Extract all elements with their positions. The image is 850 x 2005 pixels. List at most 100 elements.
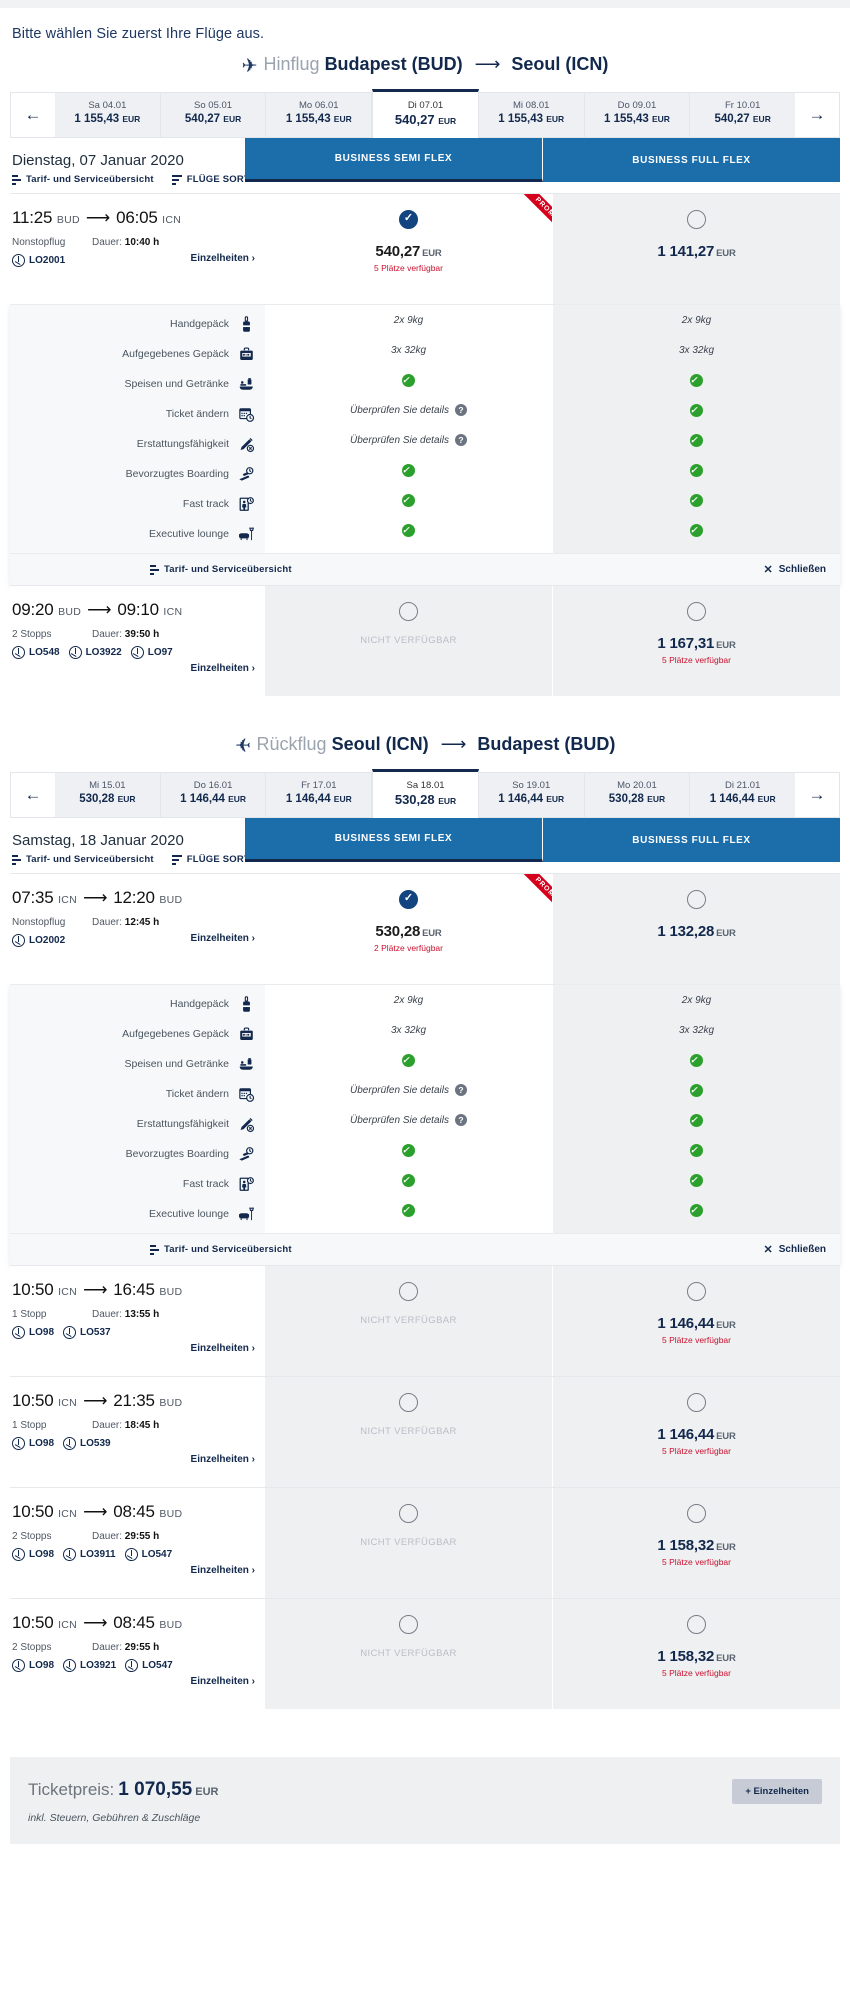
fare-cell[interactable]: 1 146,44 EUR 5 Plätze verfügbar [553, 1377, 840, 1487]
fare-price-currency: EUR [422, 248, 442, 259]
checked-baggage-icon [238, 1026, 255, 1043]
fare-cells: NICHT VERFÜGBAR 1 158,32 EUR 5 Plätze verfü… [265, 1488, 840, 1598]
close-icon: ✕ [763, 564, 773, 576]
fare-price-currency: EUR [716, 1542, 736, 1553]
fare-cells: 540,27EUR5 Plätze verfügbarPROMO1 141,27… [265, 194, 840, 304]
date-option-mi-15-01[interactable]: Mi 15.01 530,28 EUR [55, 773, 161, 817]
fare-header-full-flex[interactable]: BUSINESS FULL FLEX [543, 138, 840, 182]
inbound-date-strip[interactable]: ← Mi 15.01 530,28 EUR Do 16.01 1 146,44 EUR… [10, 769, 840, 819]
date-option-mi-08-01[interactable]: Mi 08.01 1 155,43 EUR [479, 93, 585, 137]
fare-radio[interactable] [399, 1504, 418, 1523]
fare-radio[interactable] [687, 602, 706, 621]
fare-cell[interactable]: 540,27EUR 5 Plätze verfügbar PROMO [265, 194, 553, 304]
amenity-value-row [265, 1195, 552, 1225]
details-link[interactable]: Einzelheiten › [12, 1565, 255, 1576]
fare-radio[interactable] [399, 210, 418, 229]
date-option-di-07-01[interactable]: Di 07.01 540,27 EUR [372, 89, 479, 139]
details-link[interactable]: Einzelheiten › [12, 1676, 255, 1687]
fare-header-semi-flex[interactable]: BUSINESS SEMI FLEX [245, 818, 543, 862]
fare-cell[interactable]: 530,28EUR 2 Plätze verfügbar PROMO [265, 874, 553, 984]
fare-radio[interactable] [687, 1615, 706, 1634]
date-option-do-16-01[interactable]: Do 16.01 1 146,44 EUR [161, 773, 267, 817]
info-icon[interactable]: ? [454, 1084, 467, 1096]
info-icon[interactable]: ? [454, 404, 467, 416]
fare-radio[interactable] [687, 1504, 706, 1523]
fare-cell[interactable]: NICHT VERFÜGBAR [265, 1599, 553, 1709]
amenity-label: Fast track [182, 1178, 229, 1190]
amenity-value-row: 3x 32kg [265, 335, 552, 365]
fare-price: 530,28 EUR [271, 923, 546, 940]
date-option-sa-04-01[interactable]: Sa 04.01 1 155,43 EUR [55, 93, 161, 137]
date-option-fr-10-01[interactable]: Fr 10.01 540,27 EUR [690, 93, 795, 137]
airline-logo-icon [12, 254, 25, 267]
tarif-overview-link[interactable]: Tarif- und Serviceübersicht [150, 1244, 292, 1255]
carrier-flight-number: LO548 [12, 646, 60, 659]
date-option-so-19-01[interactable]: So 19.01 1 146,44 EUR [479, 773, 585, 817]
fare-radio[interactable] [399, 602, 418, 621]
fare-cell[interactable]: 1 167,31 EUR 5 Plätze verfügbar [553, 586, 840, 696]
fare-cell[interactable]: 1 132,28 EUR [553, 874, 840, 984]
date-strip-prev-arrow-icon[interactable]: ← [11, 93, 55, 137]
fare-cell[interactable]: 1 141,27 EUR [553, 194, 840, 304]
info-icon[interactable]: ? [454, 1114, 467, 1126]
tarif-overview-link[interactable]: Tarif- und Serviceübersicht [150, 564, 292, 575]
fare-cell[interactable]: NICHT VERFÜGBAR [265, 1488, 553, 1598]
amenity-column-semi-flex: 2x 9kg3x 32kgÜberprüfen Sie details?Über… [265, 985, 553, 1233]
details-link[interactable]: Einzelheiten › [12, 1454, 255, 1465]
fare-cell[interactable]: 1 158,32 EUR 5 Plätze verfügbar [553, 1488, 840, 1598]
route-arrow-icon: ⟶ [83, 1613, 108, 1632]
fare-cell[interactable]: 1 158,32 EUR 5 Plätze verfügbar [553, 1599, 840, 1709]
date-option-do-09-01[interactable]: Do 09.01 1 155,43 EUR [585, 93, 691, 137]
sort-icon [171, 174, 182, 185]
promo-ribbon: PROMO [498, 194, 552, 248]
date-option-amount: 540,27 [714, 113, 750, 125]
fare-radio[interactable] [687, 1393, 706, 1412]
included-check-icon [690, 433, 703, 447]
amenity-value-row [265, 365, 552, 395]
outbound-journey-header: ✈ Hinflug Budapest (BUD) ⟶ Seoul (ICN) [0, 50, 850, 92]
fare-cells: NICHT VERFÜGBAR 1 158,32 EUR 5 Plätze verfü… [265, 1599, 840, 1709]
fare-radio[interactable] [399, 1282, 418, 1301]
fare-cell[interactable]: NICHT VERFÜGBAR [265, 586, 553, 696]
fare-cell[interactable]: 1 146,44 EUR 5 Plätze verfügbar [553, 1266, 840, 1376]
amenities-panel: Handgepäck Aufgegebenes Gepäck Speisen und… [10, 304, 840, 585]
date-option-sa-18-01[interactable]: Sa 18.01 530,28 EUR [372, 769, 479, 819]
close-panel-button[interactable]: ✕ Schließen [764, 1243, 826, 1256]
outbound-date-strip[interactable]: ← Sa 04.01 1 155,43 EUR So 05.01 540,27 EUR… [10, 89, 840, 139]
duration-label: Dauer: 29:55 h [92, 1642, 160, 1653]
fare-radio[interactable] [399, 1393, 418, 1412]
fare-header-full-flex[interactable]: BUSINESS FULL FLEX [543, 818, 840, 862]
date-option-fr-17-01[interactable]: Fr 17.01 1 146,44 EUR [266, 773, 373, 817]
route-arrow-icon: ⟶ [83, 1502, 108, 1521]
fare-cell[interactable]: NICHT VERFÜGBAR [265, 1266, 553, 1376]
amenity-value-row [553, 485, 840, 515]
fare-header-semi-flex[interactable]: BUSINESS SEMI FLEX [245, 138, 543, 182]
close-panel-button[interactable]: ✕ Schließen [764, 563, 826, 576]
date-option-di-21-01[interactable]: Di 21.01 1 146,44 EUR [690, 773, 795, 817]
date-option-so-05-01[interactable]: So 05.01 540,27 EUR [161, 93, 267, 137]
fare-radio[interactable] [399, 1615, 418, 1634]
info-icon[interactable]: ? [454, 434, 467, 446]
date-option-mo-06-01[interactable]: Mo 06.01 1 155,43 EUR [266, 93, 373, 137]
tarif-overview-label: Tarif- und Serviceübersicht [164, 1244, 292, 1255]
date-strip-prev-arrow-icon[interactable]: ← [11, 773, 55, 817]
date-strip-next-arrow-icon[interactable]: → [795, 93, 839, 137]
departure-time: 11:25 [12, 208, 53, 227]
date-option-mo-20-01[interactable]: Mo 20.01 530,28 EUR [585, 773, 691, 817]
fare-radio[interactable] [687, 1282, 706, 1301]
unavailable-label: NICHT VERFÜGBAR [360, 635, 457, 646]
fare-radio[interactable] [399, 890, 418, 909]
fare-cell[interactable]: NICHT VERFÜGBAR [265, 1377, 553, 1487]
tarif-overview-link[interactable]: Tarif- und Serviceübersicht [12, 174, 154, 185]
amenity-value: Überprüfen Sie details [350, 1084, 449, 1096]
date-strip-next-arrow-icon[interactable]: → [795, 773, 839, 817]
date-option-amount: 1 155,43 [285, 113, 331, 125]
carrier-list: LO98 LO539 [12, 1437, 255, 1450]
fare-radio[interactable] [687, 210, 706, 229]
fare-radio[interactable] [687, 890, 706, 909]
details-link[interactable]: Einzelheiten › [12, 663, 255, 674]
amenity-label: Speisen und Getränke [124, 1058, 230, 1070]
details-link[interactable]: Einzelheiten › [12, 1343, 255, 1354]
tarif-overview-link[interactable]: Tarif- und Serviceübersicht [12, 854, 154, 865]
price-details-button[interactable]: + Einzelheiten [732, 1779, 822, 1804]
